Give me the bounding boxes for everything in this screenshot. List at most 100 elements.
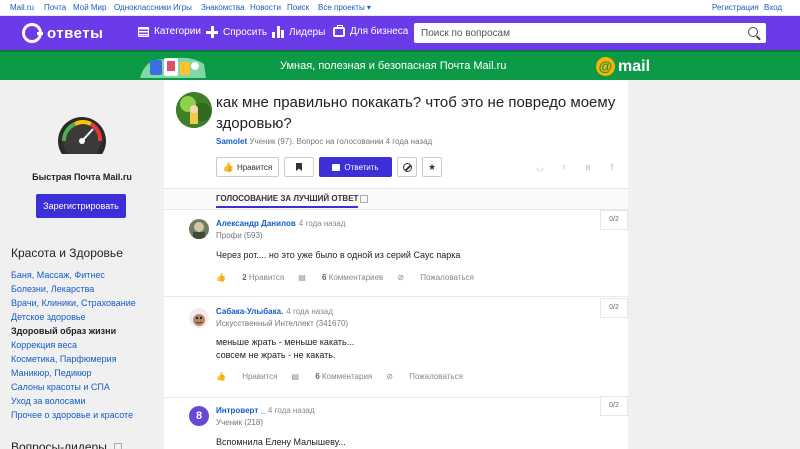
answerer-name[interactable]: Александр Данилов 4 года назад xyxy=(216,219,345,228)
answer-complain[interactable]: ⊘ Пожаловаться xyxy=(386,372,463,381)
topbar-link-mailru[interactable]: Mail.ru xyxy=(10,3,34,12)
at-logo-icon xyxy=(22,23,43,43)
answer-divider xyxy=(164,397,628,398)
category-item[interactable]: Врачи, Клиники, Страхование xyxy=(11,296,136,310)
nav-categories[interactable]: Категории xyxy=(138,26,201,37)
category-item[interactable]: Болезни, Лекарства xyxy=(11,282,136,296)
question-title: как мне правильно покакать? чтоб это не … xyxy=(216,94,616,132)
briefcase-icon xyxy=(333,24,345,37)
favorite-button[interactable]: ★ xyxy=(422,157,442,177)
answer-divider xyxy=(164,296,628,297)
topbar-link-odnoklassniki[interactable]: Одноклассники xyxy=(114,3,171,12)
leaders-title: Вопросы-лидеры xyxy=(11,440,123,449)
answer-comments[interactable]: ▤ 6 Комментария xyxy=(292,372,373,381)
topbar-link-pochta[interactable]: Почта xyxy=(44,3,66,12)
nav-ask[interactable]: Спросить xyxy=(206,26,267,38)
thumbs-up-icon: 👍 xyxy=(222,161,234,172)
like-label: Нравится xyxy=(236,162,273,172)
vote-score: 0/2 xyxy=(600,396,628,416)
answer-time: 4 года назад xyxy=(267,406,315,415)
voting-header: ГОЛОСОВАНИЕ ЗА ЛУЧШИЙ ОТВЕТ xyxy=(164,188,628,210)
topbar-login-link[interactable]: Вход xyxy=(764,3,782,12)
facebook-share-icon[interactable]: f xyxy=(606,161,618,173)
answer-label: Ответить xyxy=(344,162,379,172)
category-item[interactable]: Детское здоровье xyxy=(11,310,136,324)
nav-leaders[interactable]: Лидеры xyxy=(272,26,325,38)
comment-count: 6 xyxy=(315,372,320,381)
asker-avatar[interactable] xyxy=(176,92,212,128)
moi-mir-share-icon[interactable]: ◡ xyxy=(534,161,546,173)
report-icon: ⊘ xyxy=(397,273,405,282)
mail-promo-banner[interactable]: Умная, полезная и безопасная Почта Mail.… xyxy=(0,50,800,80)
bookmark-button[interactable] xyxy=(284,157,314,177)
leaders-title-text: Вопросы-лидеры xyxy=(11,440,107,449)
portal-topbar: Mail.ru Почта Мой Мир Одноклассники Игры… xyxy=(0,0,800,16)
nav-leaders-label: Лидеры xyxy=(289,26,326,38)
answerer-rank: Ученик (218) xyxy=(216,418,263,427)
answer-time: 4 года назад xyxy=(298,219,346,228)
comments-label: Комментариев xyxy=(328,273,384,282)
asker-name[interactable]: Samolet xyxy=(216,137,247,146)
bookmark-icon xyxy=(296,163,302,171)
topbar-link-novosti[interactable]: Новости xyxy=(250,3,281,12)
search-icon[interactable] xyxy=(748,27,758,37)
avatar-image-icon xyxy=(189,219,209,239)
site-header: ответы Категории Спросить Лидеры Для биз… xyxy=(0,16,800,50)
question-card: как мне правильно покакать? чтоб это не … xyxy=(164,80,628,449)
topbar-link-moy-mir[interactable]: Мой Мир xyxy=(73,3,106,12)
odnoklassniki-share-icon[interactable]: ♀ xyxy=(558,161,570,173)
report-icon: ⊘ xyxy=(386,372,393,381)
answerer-name[interactable]: Интроверт _ 4 года назад xyxy=(216,406,315,415)
comments-label: Комментария xyxy=(322,372,373,381)
answerer-name[interactable]: Сабака-Улыбака. 4 года назад xyxy=(216,307,333,316)
answerer-name-text: Сабака-Улыбака. xyxy=(216,307,284,316)
vote-score: 0/2 xyxy=(600,210,628,230)
left-sidebar: Быстрая Почта Mail.ru Зарегистрировать К… xyxy=(0,80,164,449)
info-icon[interactable] xyxy=(360,195,368,203)
category-item[interactable]: Прочее о здоровье и красоте xyxy=(11,408,136,422)
answer-comments[interactable]: ▤ 6 Комментариев xyxy=(298,273,383,282)
topbar-register-link[interactable]: Регистрация xyxy=(712,3,759,12)
category-item[interactable]: Маникюр, Педикюр xyxy=(11,366,136,380)
answer-item: 8 Интроверт _ 4 года назад Ученик (218) В… xyxy=(164,400,628,449)
like-button[interactable]: 👍 Нравится xyxy=(216,157,279,177)
category-item[interactable]: Коррекция веса xyxy=(11,338,136,352)
comment-count: 6 xyxy=(322,273,327,282)
avatar-image-icon xyxy=(189,308,209,328)
category-item[interactable]: Косметика, Парфюмерия xyxy=(11,352,136,366)
answerer-avatar[interactable] xyxy=(189,308,209,328)
topbar-link-poisk[interactable]: Поиск xyxy=(287,3,309,12)
answerer-avatar[interactable]: 8 xyxy=(189,406,209,426)
category-item[interactable]: Уход за волосами xyxy=(11,394,136,408)
list-icon xyxy=(138,26,149,37)
nav-business[interactable]: Для бизнеса xyxy=(333,24,408,37)
category-item-active[interactable]: Здоровый образ жизни xyxy=(11,324,136,338)
voting-tab[interactable]: ГОЛОСОВАНИЕ ЗА ЛУЧШИЙ ОТВЕТ xyxy=(216,194,359,208)
search-input[interactable] xyxy=(414,23,734,44)
complain-label: Пожаловаться xyxy=(409,372,463,381)
answer-like[interactable]: 👍 2 Нравится xyxy=(216,273,284,282)
banner-text: Умная, полезная и безопасная Почта Mail.… xyxy=(280,60,507,72)
register-button[interactable]: Зарегистрировать xyxy=(36,194,126,218)
answerer-avatar[interactable] xyxy=(189,219,209,239)
answerer-name-text: Александр Данилов xyxy=(216,219,296,228)
info-icon[interactable] xyxy=(114,443,123,449)
topbar-link-all-projects[interactable]: Все проекты ▾ xyxy=(318,3,371,12)
star-icon: ★ xyxy=(427,161,437,172)
answer-button[interactable]: Ответить xyxy=(319,157,392,177)
category-item[interactable]: Салоны красоты и СПА xyxy=(11,380,136,394)
answer-line: меньше жрать - меньше какать... xyxy=(216,337,355,347)
topbar-link-znakomstva[interactable]: Знакомства xyxy=(201,3,245,12)
topbar-link-igry[interactable]: Игры xyxy=(173,3,192,12)
block-icon xyxy=(402,162,412,172)
otvety-logo[interactable]: ответы xyxy=(22,23,103,43)
category-title[interactable]: Красота и Здоровье xyxy=(11,246,123,260)
block-button[interactable] xyxy=(397,157,417,177)
category-item[interactable]: Баня, Массаж, Фитнес xyxy=(11,268,136,282)
vk-share-icon[interactable]: в xyxy=(582,161,594,173)
answer-complain[interactable]: ⊘ Пожаловаться xyxy=(397,273,474,282)
like-label: Нравится xyxy=(242,372,278,381)
answer-text: Через рот.... но это уже было в одной из… xyxy=(216,249,460,262)
complain-label: Пожаловаться xyxy=(420,273,474,282)
answer-like[interactable]: 👍 Нравится xyxy=(216,372,278,381)
